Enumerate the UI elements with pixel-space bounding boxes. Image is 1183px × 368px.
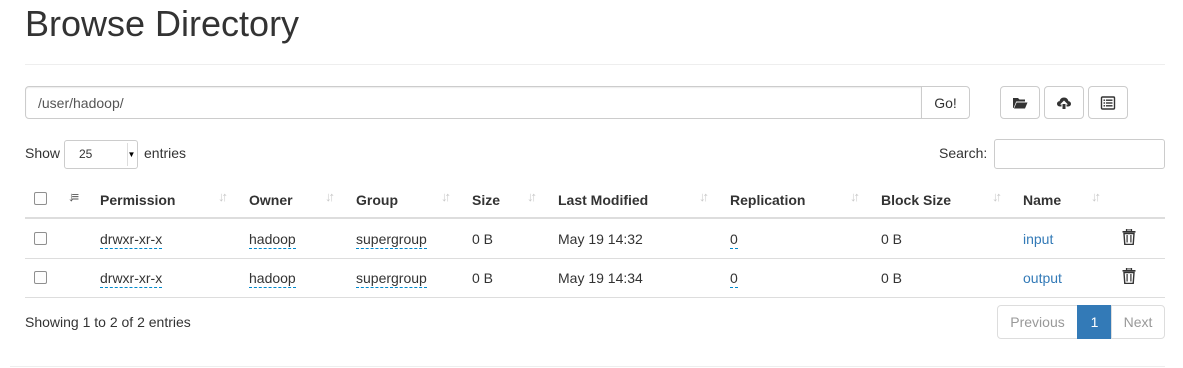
show-label: Show bbox=[25, 145, 61, 161]
name-link[interactable]: output bbox=[1023, 270, 1062, 286]
group-value[interactable]: supergroup bbox=[356, 270, 427, 288]
sort-both-icon[interactable]: ↓↑ bbox=[441, 189, 451, 204]
block-size-value: 0 B bbox=[881, 270, 903, 286]
page-title: Browse Directory bbox=[25, 3, 300, 44]
column-header-permission[interactable]: Permission bbox=[100, 192, 175, 208]
row-divider bbox=[25, 297, 1165, 298]
pagination-next[interactable]: Next bbox=[1111, 305, 1165, 339]
block-size-value: 0 B bbox=[881, 231, 903, 247]
modified-value: May 19 14:34 bbox=[558, 270, 643, 286]
replication-value[interactable]: 0 bbox=[730, 270, 738, 288]
dropdown-arrow-icon: ▼ bbox=[127, 143, 135, 166]
column-header-group[interactable]: Group bbox=[356, 192, 398, 208]
pagination-page-1[interactable]: 1 bbox=[1077, 305, 1112, 339]
column-header-replication[interactable]: Replication bbox=[730, 192, 805, 208]
page-length-value: 25 bbox=[79, 147, 93, 161]
sort-both-icon[interactable]: ↓↑ bbox=[325, 189, 335, 204]
list-alt-icon bbox=[1100, 95, 1116, 110]
row-checkbox[interactable] bbox=[34, 232, 47, 245]
modified-value: May 19 14:32 bbox=[558, 231, 643, 247]
table-info: Showing 1 to 2 of 2 entries bbox=[25, 314, 191, 330]
row-divider bbox=[25, 258, 1165, 259]
row-checkbox[interactable] bbox=[34, 271, 47, 284]
sort-desc-icon[interactable]: ↓≡ bbox=[68, 189, 79, 204]
name-link[interactable]: input bbox=[1023, 231, 1053, 247]
upload-cloud-icon bbox=[1057, 97, 1071, 109]
permission-value[interactable]: drwxr-xr-x bbox=[100, 231, 163, 249]
group-value[interactable]: supergroup bbox=[356, 231, 427, 249]
sort-both-icon[interactable]: ↓↑ bbox=[1091, 189, 1101, 204]
path-input[interactable] bbox=[25, 86, 922, 119]
footer-divider bbox=[10, 366, 1165, 367]
folder-open-icon bbox=[1013, 97, 1028, 108]
select-all-checkbox[interactable] bbox=[34, 192, 47, 205]
column-header-last-modified[interactable]: Last Modified bbox=[558, 192, 648, 208]
search-label: Search: bbox=[939, 145, 988, 161]
owner-value[interactable]: hadoop bbox=[249, 270, 296, 288]
owner-value[interactable]: hadoop bbox=[249, 231, 296, 249]
column-header-block-size[interactable]: Block Size bbox=[881, 192, 951, 208]
go-button[interactable]: Go! bbox=[921, 86, 970, 119]
size-value: 0 B bbox=[472, 270, 494, 286]
sort-both-icon[interactable]: ↓↑ bbox=[527, 189, 537, 204]
column-header-size[interactable]: Size bbox=[472, 192, 500, 208]
upload-button[interactable] bbox=[1044, 86, 1084, 119]
create-directory-button[interactable] bbox=[1000, 86, 1040, 119]
trash-icon[interactable] bbox=[1122, 229, 1136, 245]
table-header-divider bbox=[25, 217, 1165, 219]
permission-value[interactable]: drwxr-xr-x bbox=[100, 270, 163, 288]
title-divider bbox=[25, 64, 1165, 65]
sort-both-icon[interactable]: ↓↑ bbox=[218, 189, 228, 204]
entries-label: entries bbox=[144, 145, 187, 161]
trash-icon[interactable] bbox=[1122, 268, 1136, 284]
pagination-previous[interactable]: Previous bbox=[997, 305, 1078, 339]
search-input[interactable] bbox=[994, 139, 1165, 169]
column-header-name[interactable]: Name bbox=[1023, 192, 1061, 208]
page-length-select[interactable]: 25 ▼ bbox=[64, 140, 138, 169]
replication-value[interactable]: 0 bbox=[730, 231, 738, 249]
sort-both-icon[interactable]: ↓↑ bbox=[699, 189, 709, 204]
sort-both-icon[interactable]: ↓↑ bbox=[992, 189, 1002, 204]
size-value: 0 B bbox=[472, 231, 494, 247]
cut-paste-button[interactable] bbox=[1088, 86, 1128, 119]
sort-both-icon[interactable]: ↓↑ bbox=[850, 189, 860, 204]
column-header-owner[interactable]: Owner bbox=[249, 192, 293, 208]
